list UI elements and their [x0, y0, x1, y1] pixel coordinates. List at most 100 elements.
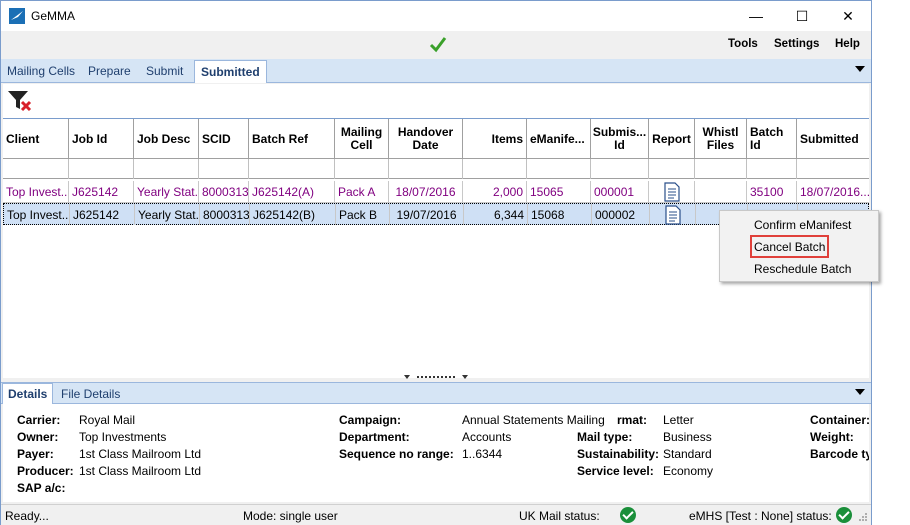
sequence-value: 1..6344	[462, 447, 503, 461]
cell-job-desc: Yearly Stat...	[135, 204, 200, 225]
resize-grip-icon[interactable]	[858, 512, 868, 522]
owner-value: Top Investments	[79, 430, 167, 444]
col-header-batch-ref[interactable]: Batch Ref	[249, 119, 335, 159]
cell-scid: 8000313	[199, 181, 249, 202]
window-title: GeMMA	[31, 9, 76, 23]
tab-file-details[interactable]: File Details	[61, 387, 120, 401]
maximize-button[interactable]: ☐	[779, 1, 825, 31]
menu-settings[interactable]: Settings	[774, 38, 819, 50]
sequence-label: Sequence no range:	[339, 447, 454, 461]
tab-submit[interactable]: Submit	[146, 64, 183, 78]
carrier-label: Carrier:	[17, 413, 61, 427]
toolbar	[3, 84, 869, 118]
cell-mailing-cell: Pack A	[335, 181, 389, 202]
status-mode: Mode: single user	[243, 509, 338, 523]
mail-type-value: Business	[663, 430, 712, 444]
splitter-handle[interactable]	[401, 374, 471, 382]
service-level-value: Economy	[663, 464, 714, 478]
col-header-emanifest[interactable]: eManife...	[527, 119, 591, 159]
menu-bar: Tools Settings Help	[1, 31, 871, 59]
report-document-icon[interactable]	[663, 181, 681, 202]
cell-job-desc: Yearly Stat...	[134, 181, 199, 202]
cell-report[interactable]	[650, 204, 696, 225]
filter-cell[interactable]	[797, 159, 869, 179]
filter-cell[interactable]	[335, 159, 389, 179]
format-value: Letter	[663, 413, 694, 427]
clear-filter-icon[interactable]	[7, 89, 33, 113]
menu-item-cancel-batch[interactable]: Cancel Batch	[754, 240, 825, 254]
container-label: Container:	[810, 413, 869, 427]
menu-item-reschedule-batch[interactable]: Reschedule Batch	[754, 262, 851, 276]
app-logo-icon	[9, 8, 25, 24]
col-header-items[interactable]: Items	[463, 119, 527, 159]
col-header-client[interactable]: Client	[3, 119, 69, 159]
department-label: Department:	[339, 430, 410, 444]
filter-cell[interactable]	[463, 159, 527, 179]
col-header-job-id[interactable]: Job Id	[69, 119, 134, 159]
status-ready: Ready...	[5, 509, 49, 523]
menu-help[interactable]: Help	[835, 38, 860, 50]
cell-job-id: J625142	[69, 181, 134, 202]
detail-tab-dropdown-icon[interactable]	[855, 389, 865, 395]
tab-prepare[interactable]: Prepare	[88, 64, 131, 78]
close-button[interactable]: ✕	[825, 1, 871, 31]
filter-cell[interactable]	[591, 159, 649, 179]
main-tab-bar: Mailing Cells Prepare Submit Submitted	[1, 59, 871, 83]
filter-cell[interactable]	[747, 159, 797, 179]
cell-batch-ref: J625142(A)	[249, 181, 335, 202]
tab-mailing-cells[interactable]: Mailing Cells	[7, 64, 75, 78]
cell-items: 6,344	[464, 204, 528, 225]
col-header-mailing-cell[interactable]: Mailing Cell	[335, 119, 389, 159]
uk-mail-status-label: UK Mail status:	[519, 509, 600, 523]
filter-cell[interactable]	[649, 159, 695, 179]
filter-cell[interactable]	[3, 159, 69, 179]
service-level-label: Service level:	[577, 464, 654, 478]
department-value: Accounts	[462, 430, 512, 444]
tab-details[interactable]: Details	[2, 383, 54, 404]
cell-submission-id: 000002	[592, 204, 650, 225]
filter-cell[interactable]	[527, 159, 591, 179]
col-header-whistl-files[interactable]: Whistl Files	[695, 119, 747, 159]
barcode-label: Barcode ty	[810, 447, 869, 461]
col-header-report[interactable]: Report	[649, 119, 695, 159]
cell-items: 2,000	[463, 181, 527, 202]
filter-cell[interactable]	[199, 159, 249, 179]
status-check-icon	[429, 37, 447, 53]
owner-label: Owner:	[17, 430, 59, 444]
cell-whistl-files	[695, 181, 747, 202]
tab-dropdown-icon[interactable]	[855, 66, 865, 72]
col-header-submitted[interactable]: Submitted	[797, 119, 869, 159]
carrier-value: Royal Mail	[79, 413, 136, 427]
filter-cell[interactable]	[389, 159, 463, 179]
cell-report[interactable]	[649, 181, 695, 202]
sap-label: SAP a/c:	[17, 481, 66, 495]
title-bar: GeMMA — ☐ ✕	[1, 1, 871, 31]
weight-label: Weight:	[810, 430, 854, 444]
col-header-submission-id[interactable]: Submis... Id	[591, 119, 649, 159]
cell-job-id: J625142	[70, 204, 135, 225]
cell-mailing-cell: Pack B	[336, 204, 390, 225]
grid-header-row: Client Job Id Job Desc SCID Batch Ref Ma…	[3, 119, 869, 159]
cell-client: Top Invest...	[3, 181, 69, 202]
filter-cell[interactable]	[69, 159, 134, 179]
cell-handover-date: 19/07/2016	[390, 204, 464, 225]
tab-submitted[interactable]: Submitted	[194, 60, 267, 83]
cell-emanifest: 15065	[527, 181, 591, 202]
filter-cell[interactable]	[134, 159, 199, 179]
filter-cell[interactable]	[249, 159, 335, 179]
cell-emanifest: 15068	[528, 204, 592, 225]
col-header-scid[interactable]: SCID	[199, 119, 249, 159]
menu-item-confirm-emanifest[interactable]: Confirm eManifest	[754, 218, 851, 232]
col-header-job-desc[interactable]: Job Desc	[134, 119, 199, 159]
cell-submission-id: 000001	[591, 181, 649, 202]
minimize-button[interactable]: —	[733, 1, 779, 31]
table-row[interactable]: Top Invest... J625142 Yearly Stat... 800…	[3, 181, 869, 203]
filter-cell[interactable]	[695, 159, 747, 179]
col-header-batch-id[interactable]: Batch Id	[747, 119, 797, 159]
mail-type-label: Mail type:	[577, 430, 633, 444]
grid-filter-row	[3, 159, 869, 179]
report-document-icon[interactable]	[664, 204, 682, 225]
sustainability-value: Standard	[663, 447, 712, 461]
menu-tools[interactable]: Tools	[728, 38, 758, 50]
col-header-handover-date[interactable]: Handover Date	[389, 119, 463, 159]
